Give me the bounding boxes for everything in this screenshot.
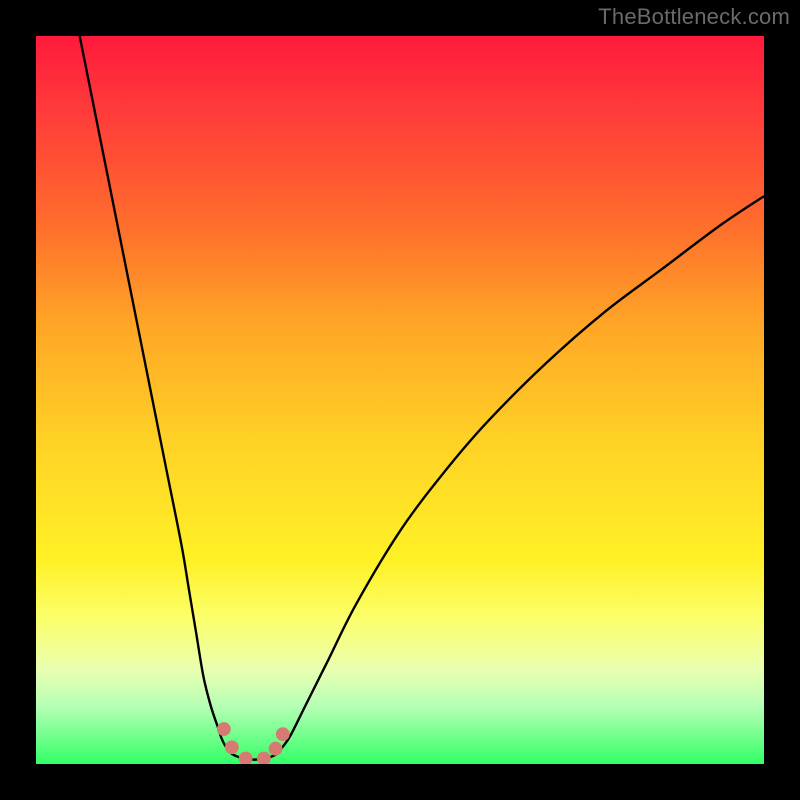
chart-svg (36, 36, 764, 764)
marker-left-inner (225, 740, 239, 754)
marker-left-outer (217, 722, 231, 736)
curve-group (80, 36, 764, 760)
curve-right (276, 196, 764, 754)
curve-left (80, 36, 233, 755)
marker-right-inner (269, 742, 283, 756)
marker-floor-right (257, 752, 271, 764)
marker-right-outer (276, 727, 290, 741)
chart-frame: TheBottleneck.com (0, 0, 800, 800)
marker-group (217, 722, 290, 764)
marker-floor-left (239, 752, 253, 764)
watermark-label: TheBottleneck.com (598, 4, 790, 30)
